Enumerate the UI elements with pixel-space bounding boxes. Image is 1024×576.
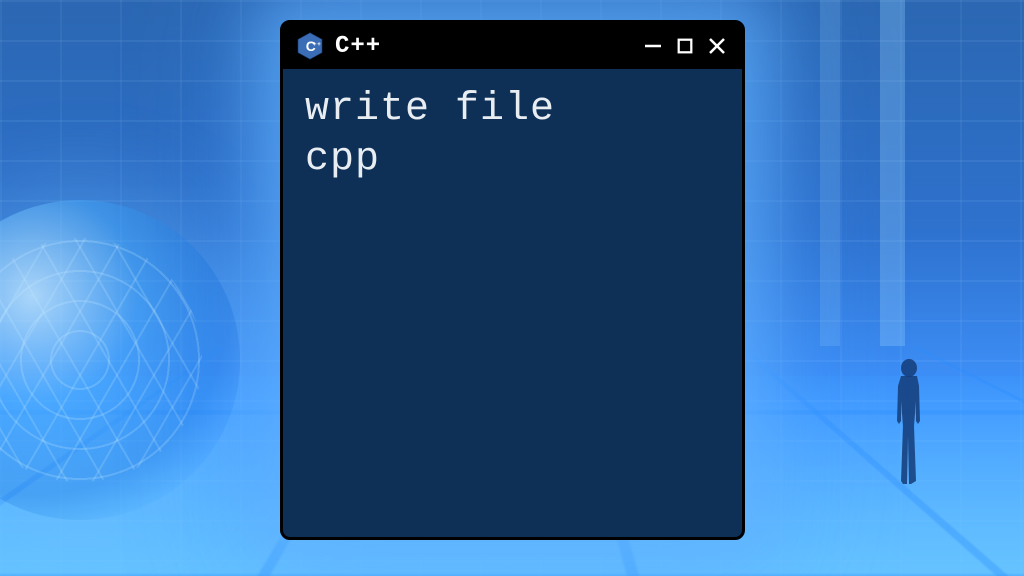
close-button[interactable] (704, 33, 730, 59)
terminal-window: C + + C++ write file cpp (280, 20, 745, 540)
maximize-button[interactable] (672, 33, 698, 59)
window-title: C++ (335, 33, 381, 60)
title-left: C + + C++ (295, 31, 381, 61)
content-line-1: write file (305, 85, 720, 135)
svg-text:+: + (313, 42, 317, 48)
cpp-hexagon-icon: C + + (295, 31, 325, 61)
content-line-2: cpp (305, 135, 720, 185)
titlebar: C + + C++ (283, 23, 742, 69)
window-controls (640, 33, 730, 59)
svg-text:+: + (317, 42, 321, 48)
window-body: write file cpp (283, 69, 742, 201)
minimize-button[interactable] (640, 33, 666, 59)
person-silhouette (884, 356, 934, 486)
